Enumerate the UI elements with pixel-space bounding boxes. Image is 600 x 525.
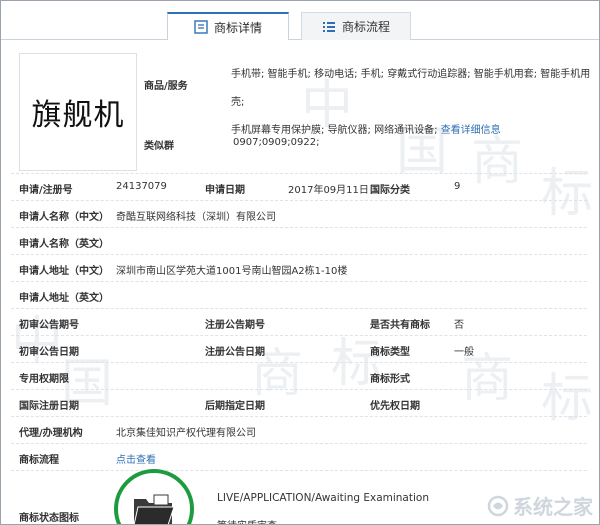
status-cn-text: 等待实质审查	[217, 517, 277, 524]
tab-label: 商标流程	[341, 20, 390, 34]
applicant-cn-label: 申请人名称（中文）	[19, 212, 109, 223]
row-divider	[11, 254, 587, 255]
row-divider	[11, 227, 587, 228]
shared-value: 否	[454, 320, 464, 331]
similar-group-value: 0907;0909;0922;	[233, 137, 320, 148]
type-value: 一般	[454, 347, 474, 358]
intl-reg-date-label: 国际注册日期	[19, 401, 79, 412]
agency-value: 北京集佳知识产权代理有限公司	[116, 428, 256, 439]
app-date-label: 申请日期	[205, 185, 245, 196]
folder-icon	[133, 494, 175, 524]
row-divider	[11, 362, 587, 363]
goods-line-text: 手机屏幕专用保护膜; 导航仪器; 网络通讯设备;	[231, 125, 438, 136]
row-divider	[11, 389, 587, 390]
similar-group-label: 类似群	[144, 141, 174, 152]
app-date-value: 2017年09月11日	[288, 185, 369, 196]
watermark-char: 标	[541, 164, 594, 224]
prelim-date-label: 初审公告日期	[19, 347, 79, 358]
intl-class-value: 9	[454, 181, 461, 192]
row-divider	[11, 470, 587, 471]
goods-services-label: 商品/服务	[144, 81, 188, 92]
site-watermark: 系统之家	[487, 491, 593, 520]
status-text: LIVE/APPLICATION/Awaiting Examination	[217, 492, 429, 504]
type-label: 商标类型	[370, 347, 410, 358]
status-icon-label: 商标状态图标	[19, 513, 79, 524]
intl-class-label: 国际分类	[370, 185, 410, 196]
address-en-label: 申请人地址（英文）	[19, 293, 109, 304]
later-date-label: 后期指定日期	[205, 401, 265, 412]
tab-trademark-flow[interactable]: 商标流程	[301, 12, 411, 40]
site-logo-icon	[487, 495, 509, 516]
shared-label: 是否共有商标	[370, 320, 430, 331]
goods-line: 手机带; 智能手机; 移动电话; 手机; 穿戴式行动追踪器; 智能手机用套; 智…	[231, 69, 591, 108]
row-divider	[11, 335, 587, 336]
tab-trademark-detail[interactable]: 商标详情	[167, 12, 289, 40]
status-folder-badge	[114, 469, 194, 524]
agency-label: 代理/办理机构	[19, 428, 83, 439]
list-icon	[322, 21, 335, 32]
trademark-image: 旗舰机	[19, 53, 137, 171]
view-detail-link[interactable]: 查看详细信息	[441, 125, 501, 136]
tabs-divider	[1, 39, 599, 40]
row-divider	[11, 281, 587, 282]
row-divider	[11, 416, 587, 417]
applicant-en-label: 申请人名称（英文）	[19, 239, 109, 250]
row-divider	[11, 173, 587, 174]
priority-date-label: 优先权日期	[370, 401, 420, 412]
row-divider	[11, 443, 587, 444]
reg-pub-date-label: 注册公告日期	[205, 347, 265, 358]
goods-services-value: 手机带; 智能手机; 移动电话; 手机; 穿戴式行动追踪器; 智能手机用套; 智…	[231, 61, 593, 145]
form-label: 商标形式	[370, 374, 410, 385]
detail-icon	[194, 20, 208, 34]
exclusive-label: 专用权期限	[19, 374, 69, 385]
address-cn-value: 深圳市南山区学苑大道1001号南山智园A2栋1-10楼	[116, 266, 348, 277]
trademark-detail-panel: 中 国 商 标 中 国 商 标 商 标 商标详情 商标流程 旗舰机 商品/服务 …	[0, 0, 600, 525]
site-watermark-text: 系统之家	[513, 495, 593, 519]
view-flow-link[interactable]: 点击查看	[116, 451, 156, 466]
row-divider	[11, 200, 587, 201]
address-cn-label: 申请人地址（中文）	[19, 266, 109, 277]
reg-no-value: 24137079	[116, 181, 167, 192]
row-divider	[11, 308, 587, 309]
prelim-no-label: 初审公告期号	[19, 320, 79, 331]
watermark-char: 标	[541, 369, 594, 429]
reg-no-label: 申请/注册号	[19, 185, 73, 196]
flow-label: 商标流程	[19, 455, 59, 466]
reg-pub-no-label: 注册公告期号	[205, 320, 265, 331]
tab-label: 商标详情	[213, 20, 262, 35]
applicant-cn-value: 奇酷互联网络科技（深圳）有限公司	[116, 212, 276, 223]
